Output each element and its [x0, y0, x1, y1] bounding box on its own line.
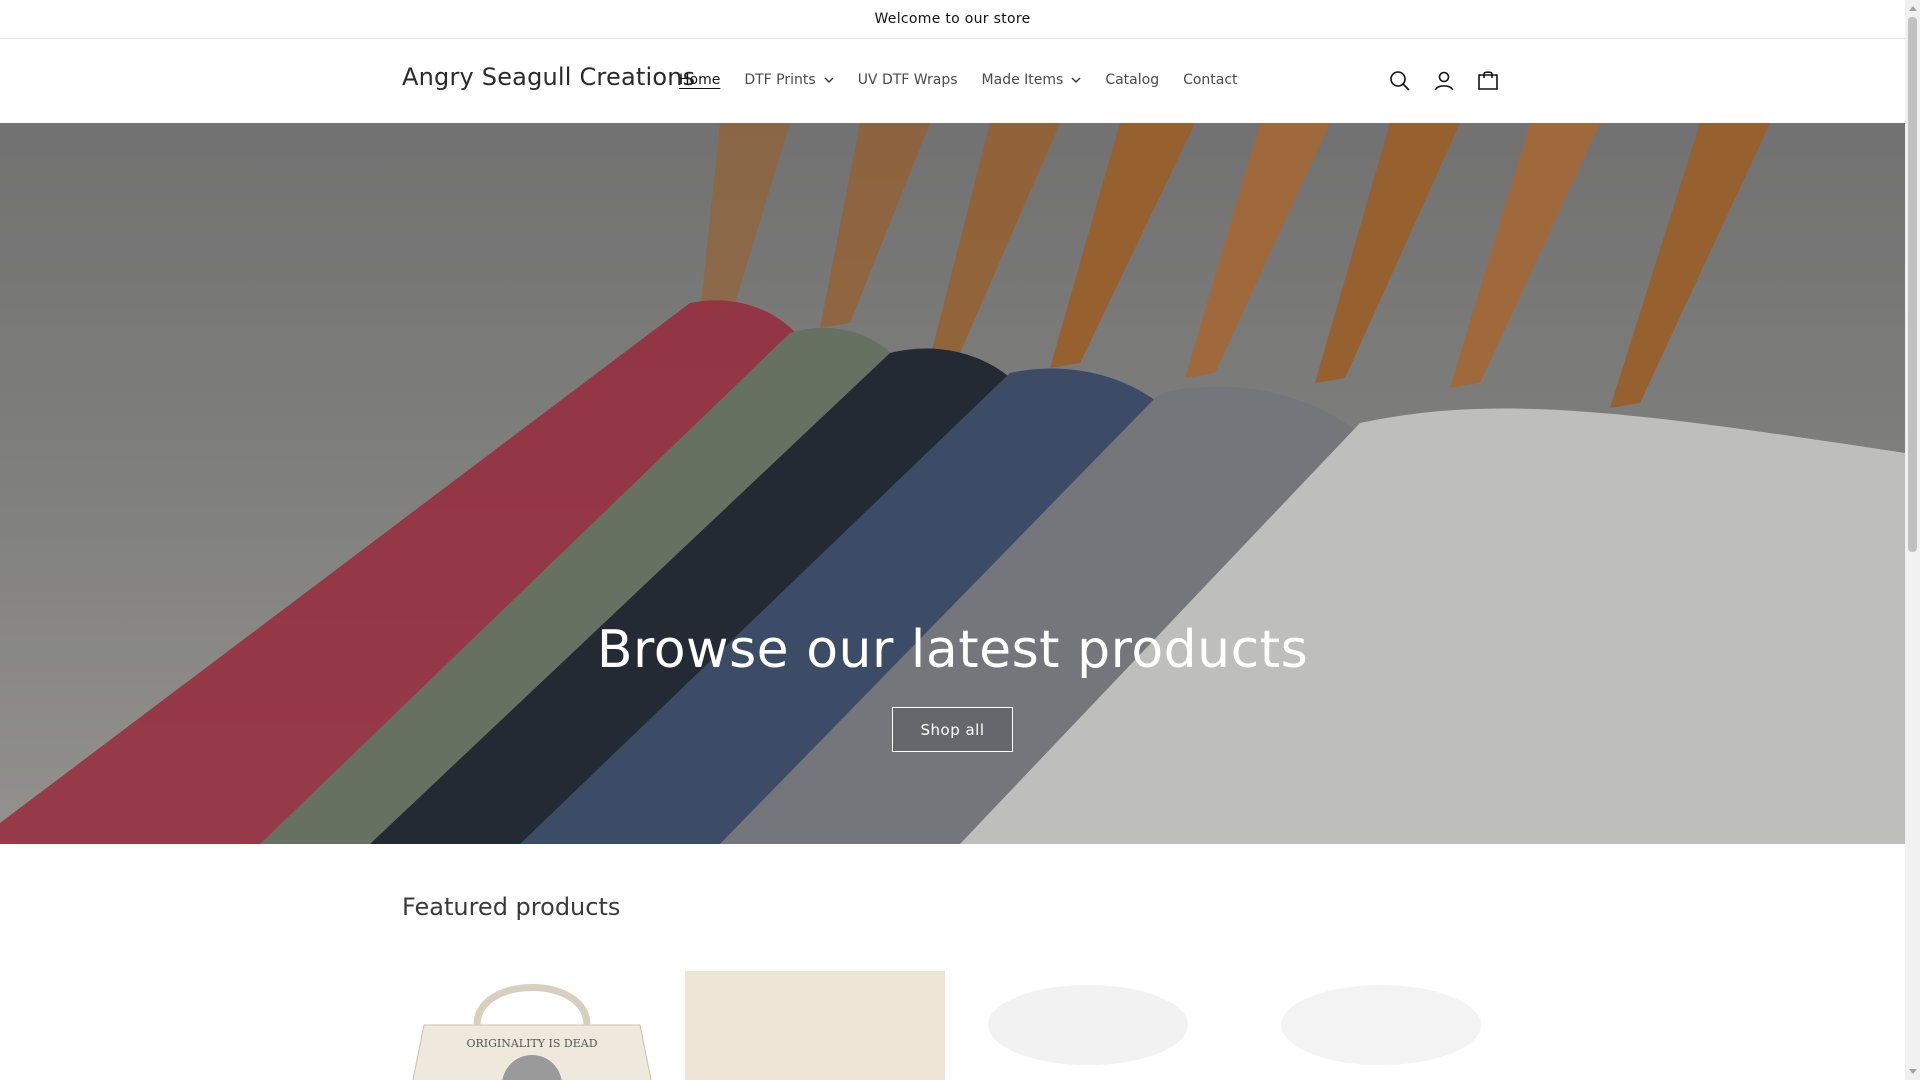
nav-item-label: UV DTF Wraps — [857, 72, 958, 88]
nav-item-label: Home — [679, 72, 721, 88]
nav-item-home[interactable]: Home — [679, 72, 720, 88]
search-button[interactable] — [1382, 63, 1418, 99]
shop-all-button[interactable]: Shop all — [892, 707, 1013, 752]
product-grid: ORIGINALITY IS DEAD — [402, 965, 1534, 1080]
account-button[interactable] — [1426, 63, 1462, 99]
nav-item-label: DTF Prints — [744, 72, 816, 88]
nav-item-made-items[interactable]: Made Items — [982, 72, 1082, 88]
cart-button[interactable] — [1470, 63, 1506, 99]
chevron-down-icon — [1071, 77, 1081, 83]
nav-item-label: Made Items — [981, 72, 1064, 88]
product-card[interactable] — [968, 965, 1228, 1080]
nav-item-contact[interactable]: Contact — [1183, 72, 1237, 88]
scroll-up-arrow-icon[interactable] — [1905, 0, 1920, 17]
product-image-text: ORIGINALITY IS DEAD — [466, 1037, 597, 1050]
product-image — [1251, 965, 1511, 1080]
scrollbar-thumb[interactable] — [1908, 17, 1917, 552]
cart-icon — [1478, 71, 1498, 90]
featured-products-title: Featured products — [402, 893, 621, 921]
nav-item-uv-dtf-wraps[interactable]: UV DTF Wraps — [858, 72, 958, 88]
account-icon — [1434, 71, 1454, 91]
search-icon — [1390, 71, 1410, 91]
site-header: Angry Seagull Creations Home DTF Prints … — [0, 39, 1905, 124]
product-card[interactable] — [685, 965, 945, 1080]
product-image — [968, 965, 1228, 1080]
product-image — [685, 971, 945, 1080]
nav-item-dtf-prints[interactable]: DTF Prints — [744, 72, 834, 88]
nav-item-label: Contact — [1183, 72, 1238, 88]
page: Welcome to our store Angry Seagull Creat… — [0, 0, 1905, 1080]
nav-item-catalog[interactable]: Catalog — [1105, 72, 1159, 88]
hero-banner: Browse our latest products Shop all — [0, 123, 1905, 844]
announcement-bar: Welcome to our store — [0, 0, 1905, 39]
hero-title: Browse our latest products — [596, 620, 1309, 680]
product-image: ORIGINALITY IS DEAD — [402, 965, 662, 1080]
product-card[interactable]: ORIGINALITY IS DEAD — [402, 965, 662, 1080]
main-nav: Home DTF Prints UV DTF Wraps Made Items … — [679, 72, 1262, 88]
scroll-down-arrow-icon[interactable] — [1905, 1063, 1920, 1080]
header-actions — [1382, 63, 1514, 99]
nav-item-label: Catalog — [1105, 72, 1160, 88]
vertical-scrollbar[interactable] — [1905, 0, 1920, 1080]
product-card[interactable] — [1251, 965, 1511, 1080]
store-logo[interactable]: Angry Seagull Creations — [402, 63, 695, 91]
announcement-text: Welcome to our store — [874, 11, 1031, 27]
chevron-down-icon — [824, 77, 834, 83]
